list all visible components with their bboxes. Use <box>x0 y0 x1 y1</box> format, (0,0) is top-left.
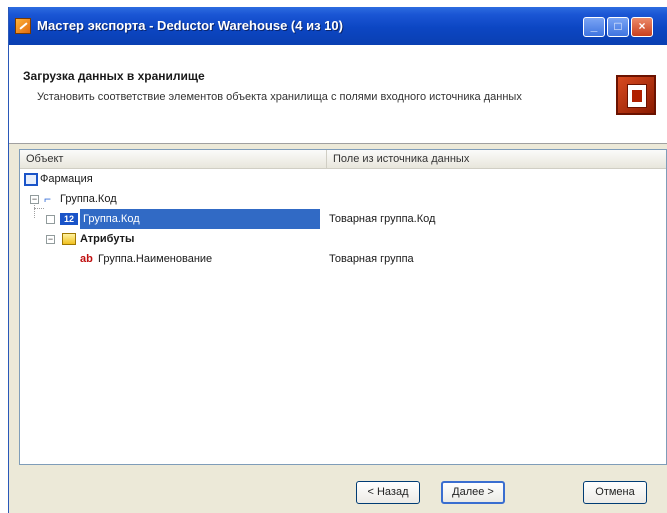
tree-row-label: Атрибуты <box>80 233 135 245</box>
export-wizard-window: Мастер экспорта - Deductor Warehouse (4 … <box>8 7 667 513</box>
folder-icon <box>62 233 76 245</box>
collapse-toggle[interactable]: − <box>30 195 39 204</box>
mapping-tree-table[interactable]: Объект Поле из источника данных Фармация… <box>19 149 667 465</box>
tree-row-label: Группа.Код <box>60 193 117 205</box>
collapse-toggle[interactable]: − <box>46 235 55 244</box>
string-icon: ab <box>80 253 93 265</box>
back-button[interactable]: < Назад <box>356 481 420 504</box>
next-button[interactable]: Далее > <box>441 481 505 504</box>
column-header-object[interactable]: Объект <box>20 150 327 168</box>
wizard-icon <box>616 75 656 115</box>
dimension-icon: ⌐ <box>44 192 52 206</box>
step-title: Загрузка данных в хранилище <box>23 69 205 83</box>
tree-row-label: Группа.Наименование <box>98 253 213 265</box>
source-field-value[interactable]: Товарная группа <box>329 249 414 269</box>
cancel-button[interactable]: Отмена <box>583 481 647 504</box>
tree-row-label: Группа.Код <box>80 209 320 229</box>
window-title: Мастер экспорта - Deductor Warehouse (4 … <box>37 18 343 33</box>
tree-row[interactable]: − ⌐ Группа.Код <box>20 189 666 209</box>
source-field-value[interactable]: Товарная группа.Код <box>329 209 435 229</box>
maximize-button[interactable]: □ <box>607 17 629 37</box>
column-header-source-field[interactable]: Поле из источника данных <box>327 150 633 168</box>
tree-row[interactable]: − Атрибуты <box>20 229 666 249</box>
column-header-row: Объект Поле из источника данных <box>20 150 666 169</box>
step-description: Установить соответствие элементов объект… <box>37 91 522 103</box>
tree-row[interactable]: Фармация <box>20 169 666 189</box>
tree-row-label: Фармация <box>40 173 93 185</box>
tree-row-selected[interactable]: 12 Группа.Код Товарная группа.Код <box>20 209 666 229</box>
key-badge-icon: 12 <box>60 213 78 225</box>
tree-row[interactable]: ab Группа.Наименование Товарная группа <box>20 249 666 269</box>
wizard-header: Загрузка данных в хранилище Установить с… <box>9 45 667 144</box>
title-bar[interactable]: Мастер экспорта - Deductor Warehouse (4 … <box>9 7 667 45</box>
close-button[interactable]: × <box>631 17 653 37</box>
cube-icon <box>24 173 38 186</box>
minimize-button[interactable]: _ <box>583 17 605 37</box>
collapse-toggle[interactable] <box>46 215 55 224</box>
app-icon <box>15 18 31 34</box>
